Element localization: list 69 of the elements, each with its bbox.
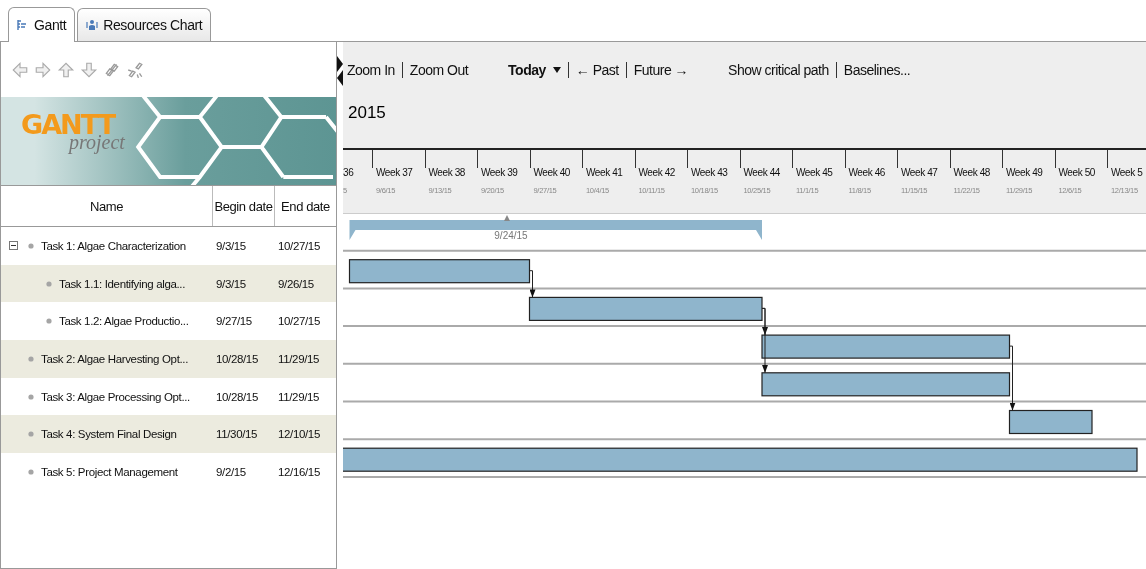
dependency-arrow <box>529 270 536 298</box>
end-date: 10/27/15 <box>278 239 320 252</box>
begin-date: 10/28/15 <box>216 390 258 403</box>
week-label: Week 48 <box>953 167 991 178</box>
begin-date: 10/28/15 <box>216 352 258 365</box>
begin-date: 11/30/15 <box>216 428 258 441</box>
task-name: Task 1: Algae Characterization <box>41 239 186 252</box>
task-bar[interactable] <box>348 259 531 284</box>
logo: GANTT project <box>21 111 125 154</box>
unlink-icon[interactable] <box>126 60 144 79</box>
view-tab[interactable]: Resources Chart <box>77 8 212 41</box>
task-name: Task 1.1: Identifying alga... <box>59 277 185 290</box>
week-label: 36 <box>343 167 355 178</box>
bullet-icon <box>28 431 34 438</box>
week-label: Week 49 <box>1006 167 1044 178</box>
week-label: Week 42 <box>638 167 676 178</box>
week-label: Week 46 <box>848 167 886 178</box>
gantt-icon <box>17 18 29 32</box>
begin-date: 9/27/15 <box>216 315 252 328</box>
task-name: Task 2: Algae Harvesting Opt... <box>41 352 189 365</box>
end-date: 9/26/15 <box>278 277 314 290</box>
zoom-link[interactable]: Zoom In <box>347 61 395 78</box>
task-name: Task 5: Project Management <box>41 465 178 478</box>
toolbar-link[interactable]: Baselines... <box>835 61 911 78</box>
zoom-link[interactable]: Zoom Out <box>401 61 469 78</box>
week-label: Week 40 <box>533 167 571 178</box>
end-date: 12/10/15 <box>278 428 320 441</box>
navigate-link[interactable]: Future → <box>625 61 689 78</box>
year-label: 2015 <box>348 103 386 123</box>
bullet-icon <box>28 242 34 249</box>
week-label: Week 44 <box>743 167 781 178</box>
collapse-icon[interactable] <box>9 241 18 251</box>
week-label: Week 43 <box>691 167 729 178</box>
summary-date: 9/24/15 <box>494 230 528 241</box>
week-label: Week 41 <box>586 167 624 178</box>
bullet-icon <box>46 318 52 325</box>
week-label: Week 37 <box>376 167 414 178</box>
column-header[interactable]: End date <box>275 186 336 226</box>
bullet-icon <box>46 280 52 287</box>
end-date: 10/27/15 <box>278 315 320 328</box>
people-icon <box>86 18 99 32</box>
dependency-arrow <box>1009 345 1016 411</box>
begin-date: 9/3/15 <box>216 239 246 252</box>
week-label: Week 39 <box>481 167 519 178</box>
begin-date: 9/3/15 <box>216 277 246 290</box>
column-header[interactable]: Begin date <box>213 186 275 226</box>
end-date: 12/16/15 <box>278 465 320 478</box>
view-tab[interactable]: Gantt <box>8 7 76 42</box>
task-name: Task 3: Algae Processing Opt... <box>41 390 190 403</box>
bullet-icon <box>28 355 34 362</box>
task-bar[interactable] <box>1008 409 1093 435</box>
task-bar[interactable] <box>528 296 763 321</box>
task-name: Task 4: System Final Design <box>41 428 177 441</box>
toolbar-link[interactable]: Show critical path <box>728 61 829 78</box>
end-date: 11/29/15 <box>278 352 320 365</box>
week-label: Week 50 <box>1058 167 1096 178</box>
column-header[interactable]: Name <box>1 186 213 226</box>
caret-icon[interactable] <box>552 66 561 73</box>
end-date: 11/29/15 <box>278 390 320 403</box>
task-name: Task 1.2: Algae Productio... <box>59 315 189 328</box>
today-link[interactable]: Today <box>508 61 546 78</box>
bullet-icon <box>28 393 34 400</box>
week-label: Week 47 <box>901 167 939 178</box>
week-label: Week 45 <box>796 167 834 178</box>
navigate-link[interactable]: ← Past <box>567 61 619 78</box>
week-label: Week 38 <box>428 167 466 178</box>
begin-date: 9/2/15 <box>216 465 246 478</box>
week-label: Week 5 <box>1111 167 1144 178</box>
bullet-icon <box>28 468 34 475</box>
